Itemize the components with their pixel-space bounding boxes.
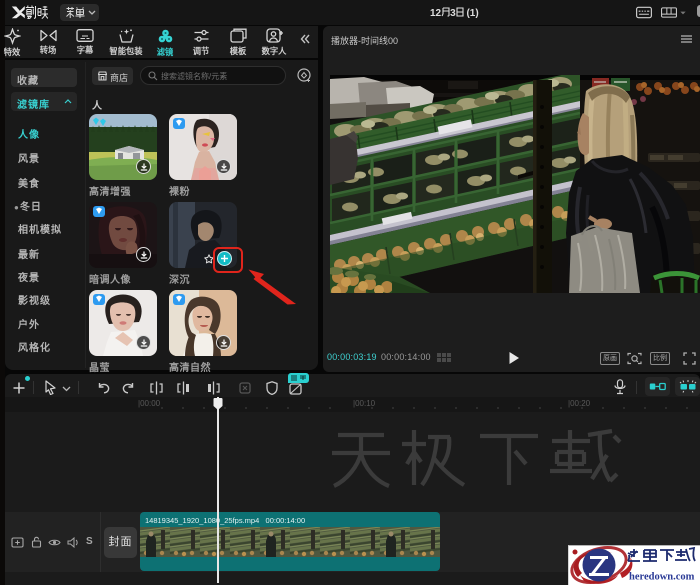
svg-text:heredown.com: heredown.com [629, 572, 695, 583]
